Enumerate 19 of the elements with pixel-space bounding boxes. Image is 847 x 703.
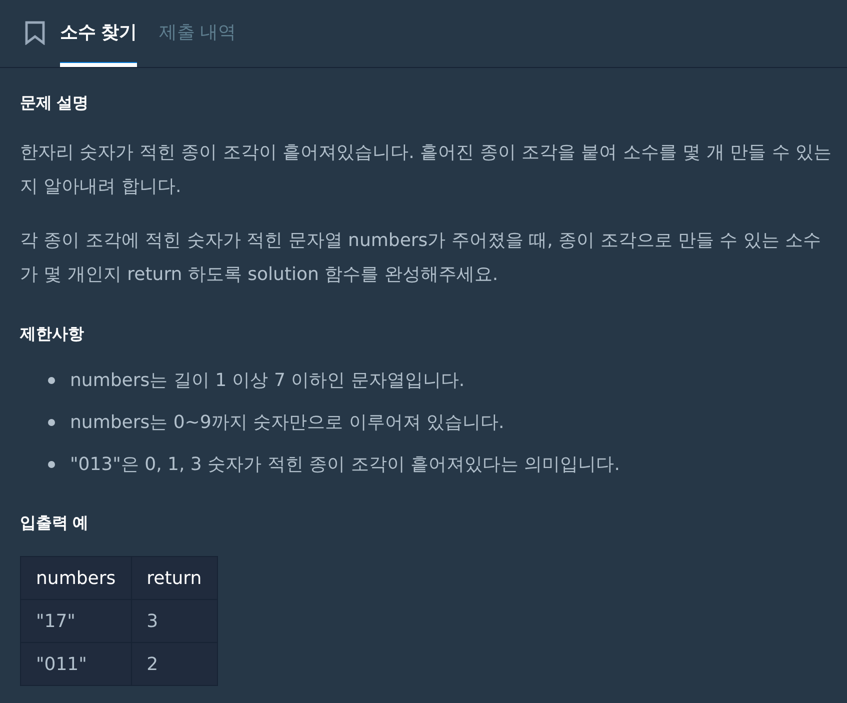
bookmark-icon[interactable] [24,20,46,44]
constraint-text: numbers는 0~9까지 숫자만으로 이루어져 있습니다. [70,411,504,434]
column-header: return [131,556,218,600]
description-paragraph: 각 종이 조각에 적힌 숫자가 적힌 문자열 numbers가 주어졌을 때, 종이 조각으로 만들 수 있는 소수가 몇 개인지 return 하도록 solution 함수를 완성해주세요. [20,229,822,287]
table-cell: 3 [131,600,218,642]
section-heading: 입출력 예 [20,514,90,534]
tab[interactable]: 소수 찾기 [60,0,138,67]
section-heading: 문제 설명 [20,94,90,114]
table-cell: "011" [20,642,132,686]
constraint-text: numbers는 길이 1 이상 7 이하인 문자열입니다. [70,369,465,392]
section-heading: 제한사항 [20,325,85,345]
bullet-icon [48,418,55,426]
bullet-icon [48,376,55,384]
column-header: numbers [20,556,132,600]
bullet-icon [48,460,55,468]
table-cell: "17" [20,600,132,642]
constraint-text: "013"은 0, 1, 3 숫자가 적힌 종이 조각이 흩어져있다는 의미입니다. [70,453,620,476]
description-paragraph: 한자리 숫자가 적힌 종이 조각이 흩어져있습니다. 흩어진 종이 조각을 붙여 소수를 몇 개 만들 수 있는지 알아내려 합니다. [20,141,833,199]
table-cell: 2 [131,642,218,686]
